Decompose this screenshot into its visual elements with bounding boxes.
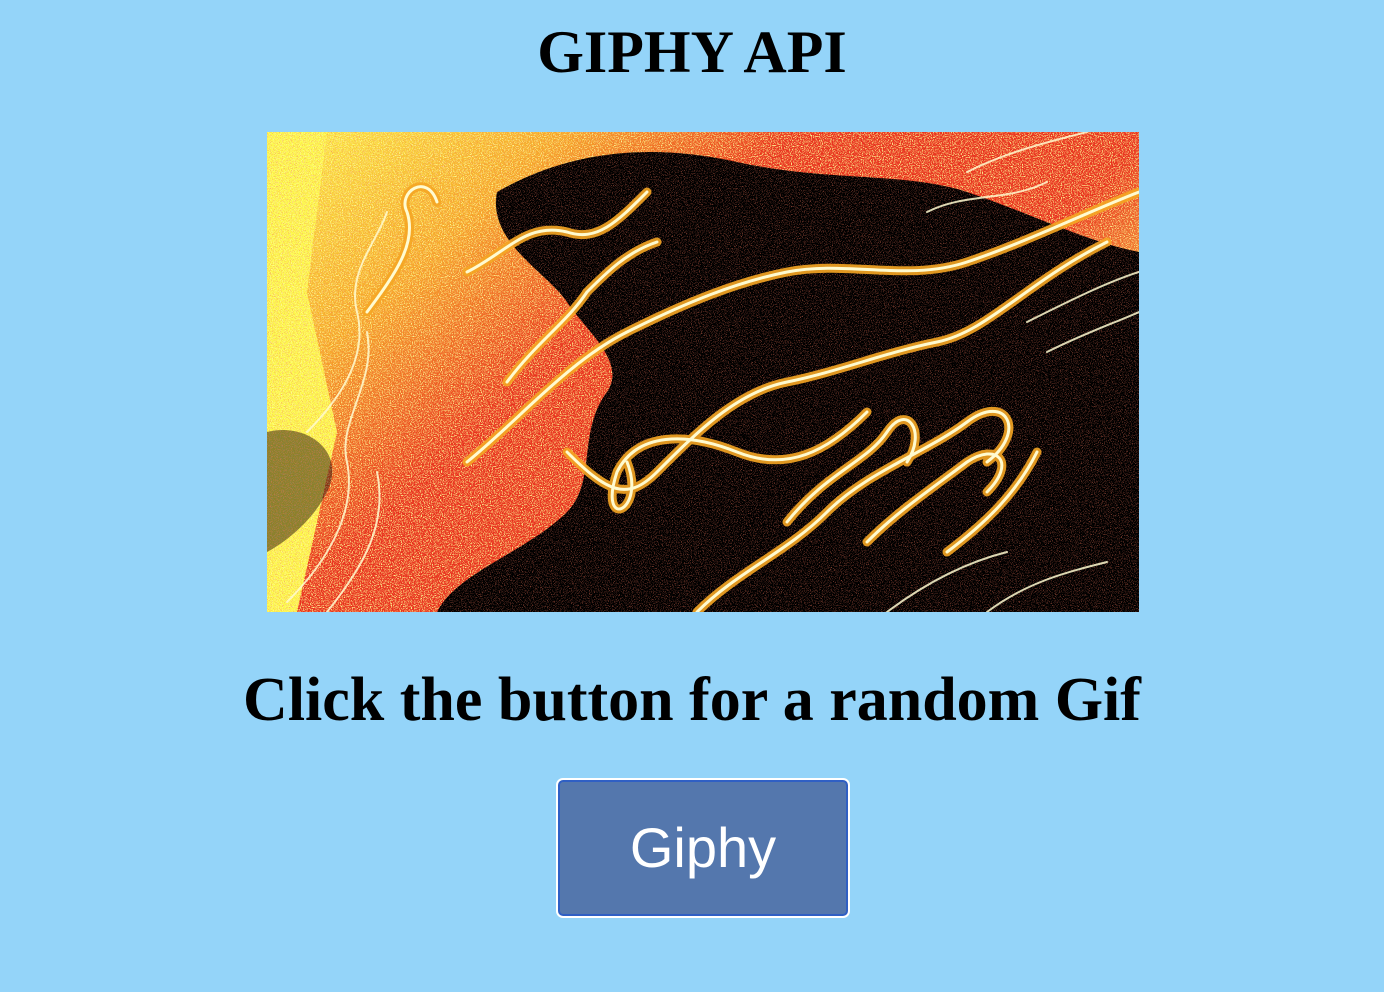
random-gif-image: [267, 132, 1139, 612]
page: GIPHY API Click the button for a random …: [0, 0, 1384, 992]
page-title: GIPHY API: [537, 19, 847, 85]
gif-artwork: [267, 132, 1139, 612]
giphy-button[interactable]: Giphy: [556, 778, 850, 918]
gif-speckle-red: [267, 132, 1139, 612]
instruction-text: Click the button for a random Gif: [243, 666, 1141, 734]
